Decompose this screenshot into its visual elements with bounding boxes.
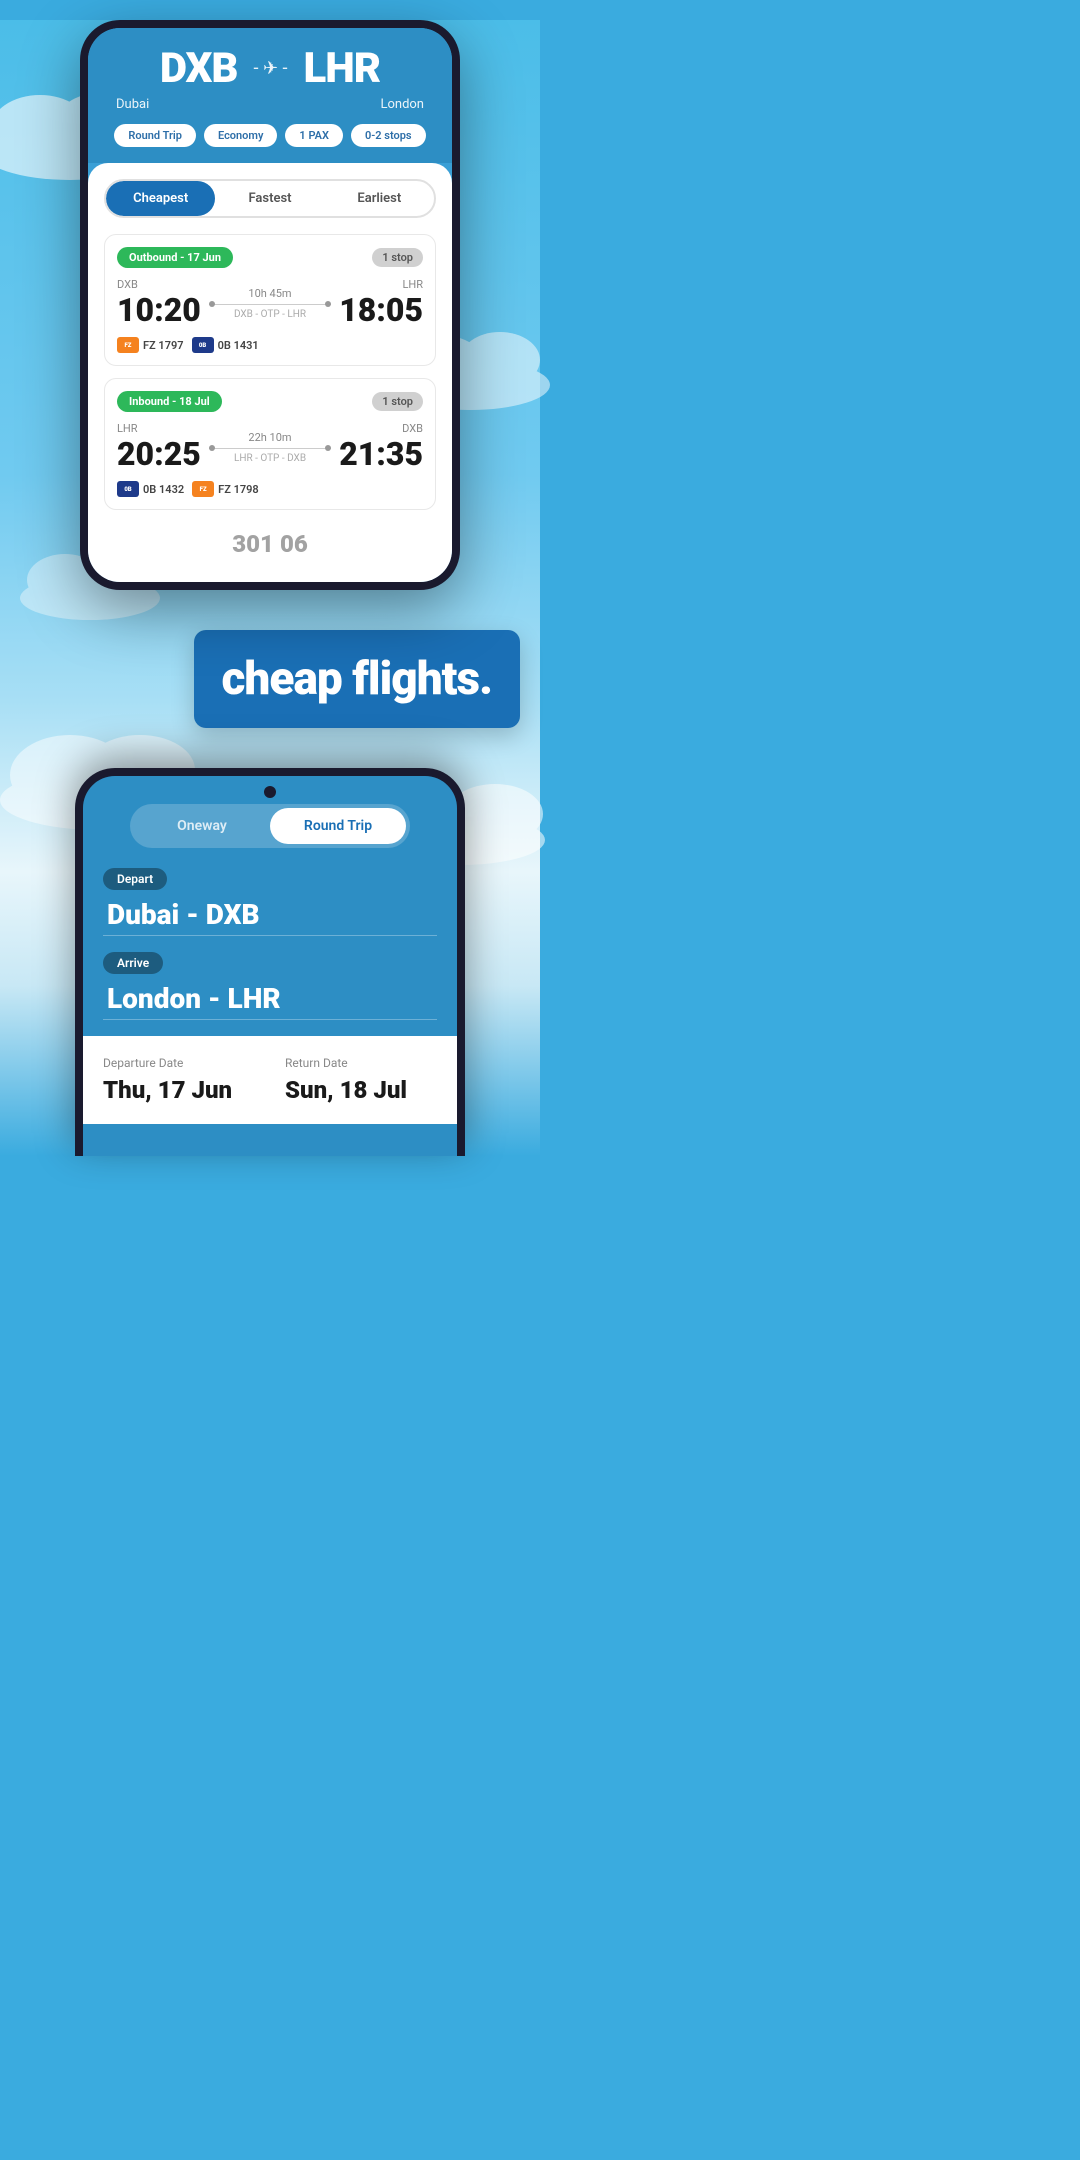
destination-code: LHR [303, 44, 380, 93]
phone-frame-1: DXB - ✈ - LHR Dubai London Round Trip Ec… [80, 20, 460, 590]
airports-row: DXB - ✈ - LHR [108, 44, 432, 93]
origin-city: Dubai [116, 97, 149, 112]
phone-screen-2: Oneway Round Trip Depart Dubai - DXB Arr… [83, 776, 457, 1156]
cheap-flights-box: cheap flights. [194, 630, 521, 728]
outbound-header: Outbound - 17 Jun 1 stop [117, 247, 423, 268]
inbound-duration: 22h 10m [209, 431, 331, 444]
outbound-flight-2: 0B 1431 [218, 339, 259, 352]
camera-dot [264, 786, 276, 798]
outbound-arrival: LHR 18:05 [339, 278, 423, 329]
dubai-logo-1: FZ [117, 337, 139, 353]
outbound-airline-2: 0B 0B 1431 [192, 337, 259, 353]
outbound-route-path: DXB - OTP - LHR [209, 309, 331, 320]
dubai-logo-2: FZ [192, 481, 214, 497]
tab-cheapest[interactable]: Cheapest [106, 181, 215, 216]
airport-cities: Dubai London [108, 97, 432, 112]
inbound-route-path: LHR - OTP - DXB [209, 453, 331, 464]
phone-header: DXB - ✈ - LHR Dubai London Round Trip Ec… [88, 28, 452, 163]
depart-value: Dubai - DXB [103, 898, 437, 931]
blue-logo-2: 0B [117, 481, 139, 497]
middle-section: cheap flights. [0, 590, 540, 768]
cabin-pill[interactable]: Economy [204, 124, 277, 147]
plane-icon: - ✈ - [254, 58, 288, 79]
departure-date-label: Departure Date [103, 1056, 255, 1070]
departure-date-column[interactable]: Departure Date Thu, 17 Jun [103, 1056, 255, 1104]
depart-divider [103, 935, 437, 936]
inbound-arrival: DXB 21:35 [339, 422, 423, 473]
arrive-label: Arrive [103, 952, 163, 974]
outbound-arrive-time: 18:05 [339, 291, 423, 329]
inbound-depart-time: 20:25 [117, 435, 201, 473]
cheap-flights-headline: cheap flights. [222, 652, 493, 706]
trip-toggle-inner: Oneway Round Trip [130, 804, 410, 848]
origin-code: DXB [160, 44, 238, 93]
pax-pill[interactable]: 1 PAX [285, 124, 343, 147]
trip-toggle: Oneway Round Trip [113, 804, 427, 848]
inbound-label: Inbound - 18 Jul [117, 391, 222, 412]
dates-row: Departure Date Thu, 17 Jun Return Date S… [103, 1056, 437, 1104]
inbound-route-middle: 22h 10m LHR - OTP - DXB [201, 431, 339, 464]
outbound-depart-time: 10:20 [117, 291, 201, 329]
arrive-value: London - LHR [103, 982, 437, 1015]
partial-price: 301 06 [232, 530, 308, 558]
stops-pill[interactable]: 0-2 stops [351, 124, 426, 147]
outbound-airline-1: FZ FZ 1797 [117, 337, 184, 353]
outbound-route-line [209, 304, 331, 305]
outbound-label: Outbound - 17 Jun [117, 247, 233, 268]
depart-label: Depart [103, 868, 167, 890]
search-section: Depart Dubai - DXB Arrive London - LHR [83, 868, 457, 1020]
inbound-times: LHR 20:25 22h 10m LHR - OTP - DXB DXB 21… [117, 422, 423, 473]
sort-tabs: Cheapest Fastest Earliest [104, 179, 436, 218]
outbound-flight-card[interactable]: Outbound - 17 Jun 1 stop DXB 10:20 10h 4… [104, 234, 436, 366]
outbound-times: DXB 10:20 10h 45m DXB - OTP - LHR LHR 18… [117, 278, 423, 329]
inbound-flight-card[interactable]: Inbound - 18 Jul 1 stop LHR 20:25 22h 10… [104, 378, 436, 510]
tab-earliest[interactable]: Earliest [325, 181, 434, 216]
inbound-flight-2: FZ 1798 [218, 483, 259, 496]
inbound-stops: 1 stop [372, 392, 423, 411]
arrive-divider [103, 1019, 437, 1020]
inbound-dest-code: DXB [339, 422, 423, 435]
dates-section: Departure Date Thu, 17 Jun Return Date S… [83, 1036, 457, 1124]
inbound-origin-code: LHR [117, 422, 201, 435]
return-date-value: Sun, 18 Jul [285, 1076, 437, 1104]
toggle-oneway[interactable]: Oneway [134, 808, 270, 844]
inbound-flight-1: 0B 1432 [143, 483, 184, 496]
destination-city: London [380, 97, 424, 112]
arrive-field[interactable]: Arrive London - LHR [103, 952, 437, 1020]
outbound-airlines: FZ FZ 1797 0B 0B 1431 [117, 337, 423, 353]
blue-logo-1: 0B [192, 337, 214, 353]
trip-filters: Round Trip Economy 1 PAX 0-2 stops [108, 124, 432, 163]
inbound-departure: LHR 20:25 [117, 422, 201, 473]
outbound-flight-1: FZ 1797 [143, 339, 184, 352]
phone-content: Cheapest Fastest Earliest Outbound - 17 … [88, 163, 452, 582]
phone-screen-1: DXB - ✈ - LHR Dubai London Round Trip Ec… [88, 28, 452, 582]
inbound-airline-1: 0B 0B 1432 [117, 481, 184, 497]
outbound-origin-code: DXB [117, 278, 201, 291]
partial-price-card: 301 06 [104, 522, 436, 566]
return-date-label: Return Date [285, 1056, 437, 1070]
outbound-stops: 1 stop [372, 248, 423, 267]
outbound-duration: 10h 45m [209, 287, 331, 300]
outbound-dest-code: LHR [339, 278, 423, 291]
inbound-header: Inbound - 18 Jul 1 stop [117, 391, 423, 412]
inbound-arrive-time: 21:35 [339, 435, 423, 473]
outbound-route-middle: 10h 45m DXB - OTP - LHR [201, 287, 339, 320]
notch-area [83, 776, 457, 804]
return-date-column[interactable]: Return Date Sun, 18 Jul [285, 1056, 437, 1104]
departure-date-value: Thu, 17 Jun [103, 1076, 255, 1104]
tab-fastest[interactable]: Fastest [215, 181, 324, 216]
inbound-airline-2: FZ FZ 1798 [192, 481, 259, 497]
inbound-route-line [209, 448, 331, 449]
toggle-roundtrip[interactable]: Round Trip [270, 808, 406, 844]
inbound-airlines: 0B 0B 1432 FZ FZ 1798 [117, 481, 423, 497]
depart-field[interactable]: Depart Dubai - DXB [103, 868, 437, 936]
trip-type-pill[interactable]: Round Trip [114, 124, 196, 147]
phone-frame-2: Oneway Round Trip Depart Dubai - DXB Arr… [75, 768, 465, 1156]
outbound-departure: DXB 10:20 [117, 278, 201, 329]
